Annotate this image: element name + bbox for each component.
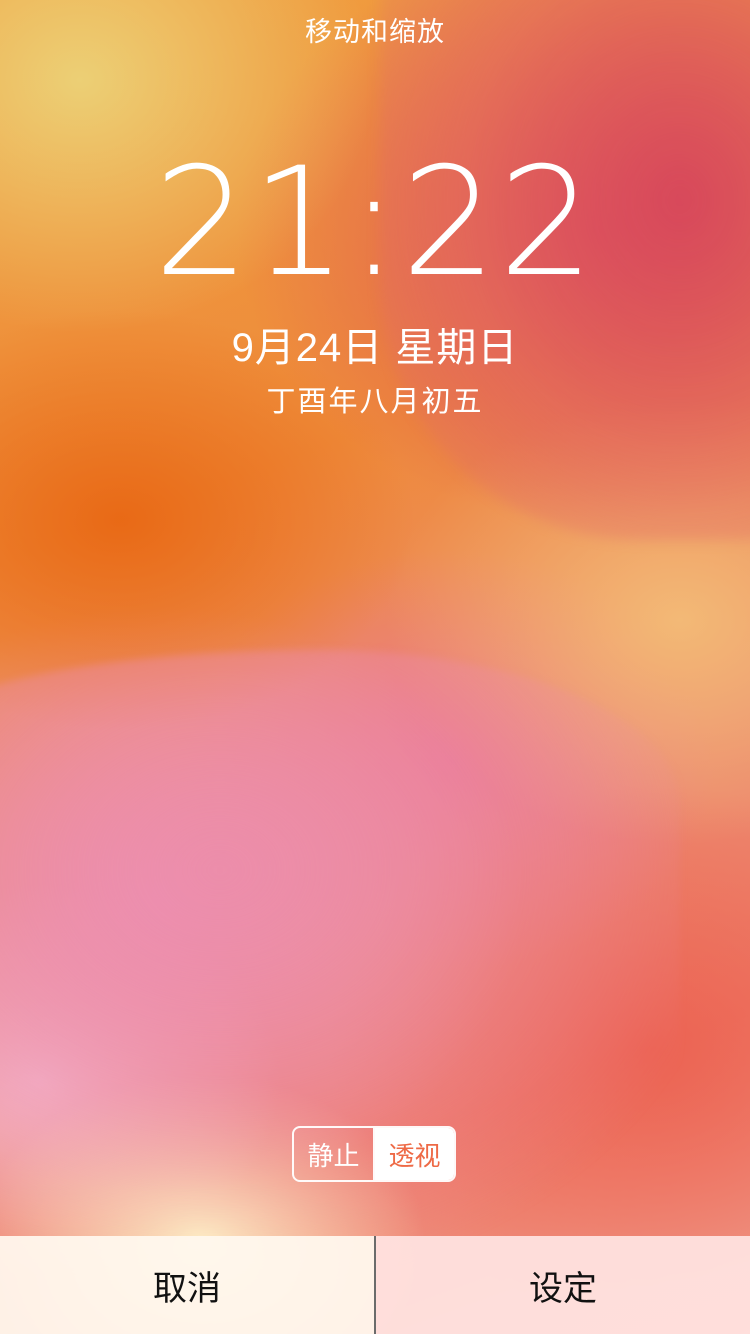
toggle-perspective-option[interactable]: 透视	[375, 1128, 454, 1180]
perspective-toggle: 静止 透视	[292, 1126, 456, 1182]
wallpaper-wave	[0, 650, 680, 1334]
action-bar: 取消 设定	[0, 1236, 750, 1334]
lockscreen-lunar-date: 丁酉年八月初五	[266, 386, 484, 418]
toggle-still-option[interactable]: 静止	[294, 1128, 375, 1180]
lockscreen-date: 9月24日 星期日	[231, 326, 519, 370]
set-button[interactable]: 设定	[376, 1236, 750, 1334]
page-title: 移动和缩放	[305, 17, 445, 47]
cancel-button[interactable]: 取消	[0, 1236, 376, 1334]
lockscreen-clock: 21:22	[153, 136, 597, 310]
